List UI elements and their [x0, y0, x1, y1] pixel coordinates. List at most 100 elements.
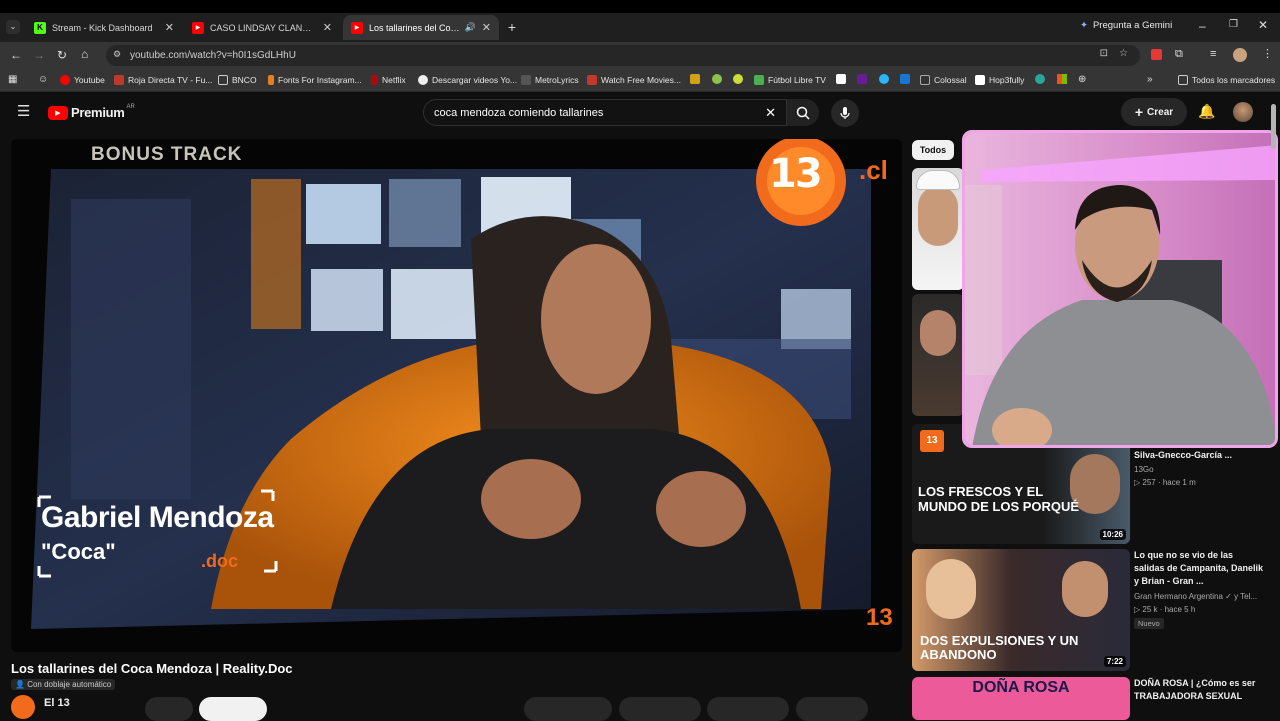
- bookmark-roja[interactable]: Roja Directa TV - Fu...: [114, 73, 212, 87]
- bookmark-icon-7[interactable]: [900, 74, 910, 84]
- site-info-icon[interactable]: ⚙: [113, 49, 121, 60]
- close-window-button[interactable]: ✕: [1258, 18, 1268, 32]
- reload-icon[interactable]: ↻: [57, 49, 67, 61]
- tab-caso[interactable]: ▶ CASO LINDSAY CLANCY: ¿Colap ✕: [184, 15, 340, 40]
- emoji-bookmark-icon[interactable]: ☺: [38, 74, 48, 86]
- search-input[interactable]: coca mendoza comiendo tallarines ✕: [423, 99, 787, 126]
- bonus-track-label: BONUS TRACK: [91, 144, 243, 165]
- home-icon[interactable]: ⌂: [81, 48, 88, 60]
- partial-thumbnail-2[interactable]: [912, 294, 964, 416]
- video-channel[interactable]: Gran Hermano Argentina ✓ y Tel...: [1134, 592, 1257, 601]
- video-duration: 7:22: [1103, 656, 1126, 667]
- video-thumbnail[interactable]: DOÑA ROSA: [912, 677, 1130, 720]
- share-button[interactable]: [619, 697, 701, 721]
- download-button[interactable]: [707, 697, 789, 721]
- menu-icon[interactable]: ⋮: [1262, 48, 1273, 60]
- like-button[interactable]: [524, 697, 612, 721]
- partial-thumbnail-1[interactable]: [912, 168, 964, 290]
- reading-list-icon[interactable]: ≡: [1210, 48, 1216, 60]
- video-duration: 10:26: [1099, 529, 1126, 540]
- voice-search-button[interactable]: [831, 99, 859, 127]
- filter-chip-all[interactable]: Todos: [912, 140, 954, 160]
- install-icon[interactable]: ⊡: [1100, 48, 1108, 59]
- bookmark-label: Colossal: [934, 75, 967, 85]
- profile-avatar[interactable]: [1233, 48, 1247, 62]
- dubbing-icon: 👤: [15, 680, 25, 689]
- close-tab-icon[interactable]: ✕: [323, 21, 332, 34]
- bookmark-icon-2[interactable]: [712, 74, 722, 84]
- apps-icon[interactable]: ▦: [8, 74, 17, 86]
- address-bar[interactable]: ⚙ youtube.com/watch?v=h0I1sGdLHhU ⊡ ☆: [106, 45, 1140, 66]
- dubbing-badge[interactable]: 👤 Con doblaje automático: [11, 679, 116, 690]
- bookmark-metrolyrics[interactable]: MetroLyrics: [521, 73, 579, 87]
- window-top-strip: [0, 0, 1280, 13]
- bookmark-hop3fully[interactable]: Hop3fully: [975, 73, 1024, 87]
- country-code: AR: [126, 103, 135, 110]
- extensions-icon[interactable]: ⧉: [1175, 48, 1183, 60]
- extension-red-icon[interactable]: [1151, 49, 1162, 60]
- bookmark-icon-5[interactable]: [857, 74, 867, 84]
- bookmark-icon-6[interactable]: [879, 74, 889, 84]
- dubbing-label: Con doblaje automático: [27, 680, 112, 689]
- url-text: youtube.com/watch?v=h0I1sGdLHhU: [130, 50, 296, 61]
- forward-icon[interactable]: →: [33, 49, 45, 61]
- notifications-bell-icon[interactable]: 🔔: [1198, 104, 1215, 118]
- video-thumbnail[interactable]: DOS EXPULSIONES Y UN ABANDONO 7:22: [912, 549, 1130, 671]
- bookmark-icon-8[interactable]: [1035, 74, 1045, 84]
- page-scrollbar[interactable]: [1271, 104, 1276, 149]
- channel-13-suffix: .cl: [859, 155, 888, 185]
- video-stats: ▷ 25 k · hace 5 h: [1134, 605, 1196, 614]
- close-tab-icon[interactable]: ✕: [482, 21, 491, 34]
- bookmark-star-icon[interactable]: ☆: [1119, 48, 1128, 59]
- video-player[interactable]: BONUS TRACK 13 .cl Gabriel Mendoza "Coca…: [11, 139, 902, 652]
- bookmark-colossal[interactable]: Colossal: [920, 73, 967, 87]
- minimize-button[interactable]: –: [1199, 19, 1206, 33]
- bookmark-label: Netflix: [382, 75, 406, 85]
- audio-icon[interactable]: 🔊: [465, 22, 476, 33]
- bookmark-icon-4[interactable]: [836, 74, 846, 84]
- tab-search-button[interactable]: ⌄: [6, 20, 20, 34]
- channel-avatar[interactable]: [11, 695, 35, 719]
- save-button[interactable]: [796, 697, 868, 721]
- create-button[interactable]: + Crear: [1121, 98, 1187, 126]
- maximize-button[interactable]: ❐: [1229, 19, 1238, 30]
- bookmark-netflix[interactable]: Netflix: [371, 73, 406, 87]
- bookmark-descargar[interactable]: Descargar videos Yo...: [418, 73, 517, 87]
- video-channel[interactable]: 13Go: [1134, 465, 1154, 474]
- tab-kick[interactable]: K Stream - Kick Dashboard ✕: [26, 15, 182, 40]
- bookmark-watchfree[interactable]: Watch Free Movies...: [587, 73, 681, 87]
- gemini-button[interactable]: ✦ Pregunta a Gemini: [1080, 20, 1172, 31]
- bookmark-label: Roja Directa TV - Fu...: [128, 75, 213, 85]
- join-button[interactable]: [145, 697, 193, 721]
- chip-label: Todos: [919, 145, 947, 155]
- subscribe-button[interactable]: [199, 697, 267, 721]
- bookmark-icon-9[interactable]: [1057, 74, 1067, 84]
- video-title[interactable]: Lo que no se vio de las salidas de Campa…: [1134, 549, 1264, 588]
- bookmark-icon-1[interactable]: [690, 74, 700, 84]
- youtube-logo[interactable]: ▶ Premium AR: [48, 103, 135, 120]
- bookmark-fonts[interactable]: Fonts For Instagram...: [268, 73, 362, 87]
- close-tab-icon[interactable]: ✕: [165, 21, 174, 34]
- new-badge: Nuevo: [1134, 618, 1164, 629]
- bookmark-all[interactable]: Todos los marcadores: [1178, 73, 1275, 87]
- more-bookmarks-icon[interactable]: »: [1147, 74, 1153, 86]
- hamburger-menu-icon[interactable]: ☰: [17, 104, 30, 119]
- bookmark-icon-3[interactable]: [733, 74, 743, 84]
- kick-icon: K: [34, 21, 46, 34]
- bookmark-icon-10[interactable]: ⊕: [1078, 74, 1086, 86]
- new-tab-button[interactable]: +: [504, 19, 520, 35]
- video-title[interactable]: DOÑA ROSA | ¿Cómo es ser TRABAJADORA SEX…: [1134, 677, 1264, 703]
- bookmark-youtube[interactable]: Youtube: [60, 73, 105, 87]
- bookmark-futbol[interactable]: Fútbol Libre TV: [754, 73, 826, 87]
- logo-text: Premium: [71, 105, 125, 120]
- bookmark-bnco[interactable]: BNCO: [218, 73, 257, 87]
- thumbnail-text: DOS EXPULSIONES Y UN ABANDONO: [920, 633, 1079, 662]
- back-icon[interactable]: ←: [10, 49, 22, 61]
- search-button[interactable]: [787, 99, 819, 126]
- video-title[interactable]: Silva-Gnecco-García ...: [1134, 449, 1264, 462]
- tab-tallarines[interactable]: ▶ Los tallarines del Coca Men 🔊 ✕: [343, 15, 499, 40]
- account-avatar[interactable]: [1233, 102, 1253, 122]
- clear-search-icon[interactable]: ✕: [765, 105, 776, 121]
- channel-name[interactable]: El 13: [44, 697, 70, 709]
- video-stats: ▷ 257 · hace 1 m: [1134, 478, 1196, 487]
